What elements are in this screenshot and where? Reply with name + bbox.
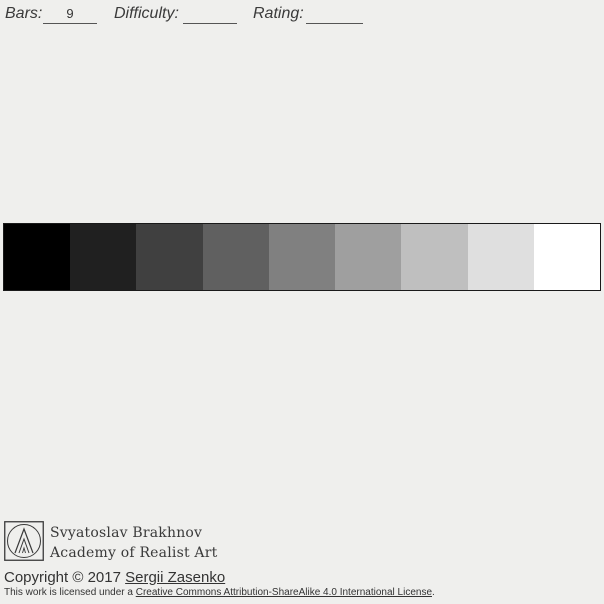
value-swatch-8: [467, 224, 534, 290]
value-swatch-7: [401, 224, 468, 290]
license-line: This work is licensed under a Creative C…: [4, 587, 435, 598]
academy-name-line1: Svyatoslav Brakhnov: [50, 525, 203, 541]
value-scale-strip: [3, 223, 601, 291]
difficulty-label: Difficulty:: [114, 5, 179, 22]
value-swatch-5: [268, 224, 336, 290]
copyright-text: Copyright © 2017: [4, 569, 126, 586]
value-swatch-2: [70, 224, 137, 290]
value-swatch-9: [533, 224, 600, 290]
value-swatch-3: [136, 224, 203, 290]
copyright-line: Copyright © 2017 Sergii Zasenko: [4, 569, 225, 586]
academy-logo-icon: [4, 521, 44, 561]
bars-label: Bars:: [5, 5, 43, 22]
rating-label: Rating:: [253, 5, 304, 22]
academy-name: Svyatoslav Brakhnov Academy of Realist A…: [50, 523, 217, 563]
worksheet-header: Bars: 9 Difficulty: Rating:: [5, 4, 599, 26]
academy-name-line2: Academy of Realist Art: [50, 545, 218, 561]
author-link[interactable]: Sergii Zasenko: [125, 569, 225, 586]
bars-field[interactable]: 9: [43, 4, 97, 24]
value-swatch-6: [335, 224, 402, 290]
difficulty-field[interactable]: [183, 4, 237, 24]
license-link[interactable]: Creative Commons Attribution-ShareAlike …: [136, 587, 432, 598]
value-swatch-4: [202, 224, 269, 290]
value-swatch-1: [4, 224, 71, 290]
license-prefix: This work is licensed under a: [4, 587, 136, 598]
rating-field[interactable]: [306, 4, 363, 24]
license-suffix: .: [432, 587, 435, 598]
